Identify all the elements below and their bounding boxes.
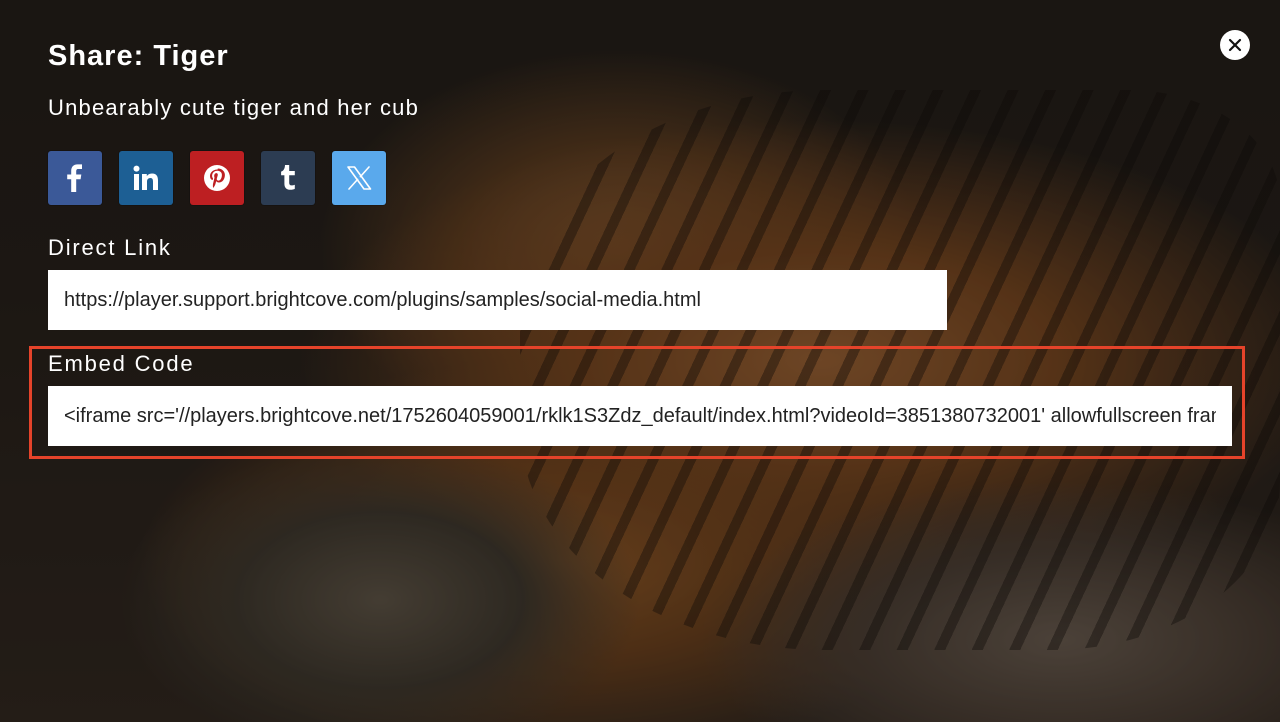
pinterest-icon: [204, 165, 230, 191]
linkedin-share-button[interactable]: [119, 151, 173, 205]
close-icon: [1228, 38, 1242, 52]
share-title: Share: Tiger: [48, 40, 229, 72]
social-buttons: [48, 151, 386, 205]
linkedin-icon: [133, 165, 158, 190]
close-button[interactable]: [1220, 30, 1250, 60]
direct-link-label: Direct Link: [48, 235, 172, 260]
share-overlay: Share: Tiger Unbearably cute tiger and h…: [0, 0, 1280, 722]
tumblr-icon: [281, 165, 295, 190]
share-description: Unbearably cute tiger and her cub: [48, 95, 420, 120]
video-player: Share: Tiger Unbearably cute tiger and h…: [0, 0, 1280, 722]
embed-code-field[interactable]: [48, 386, 1232, 446]
pinterest-share-button[interactable]: [190, 151, 244, 205]
direct-link-field[interactable]: [48, 270, 947, 330]
x-icon: [347, 166, 372, 190]
x-share-button[interactable]: [332, 151, 386, 205]
embed-code-label: Embed Code: [48, 351, 195, 376]
facebook-share-button[interactable]: [48, 151, 102, 205]
tumblr-share-button[interactable]: [261, 151, 315, 205]
facebook-icon: [67, 164, 82, 192]
